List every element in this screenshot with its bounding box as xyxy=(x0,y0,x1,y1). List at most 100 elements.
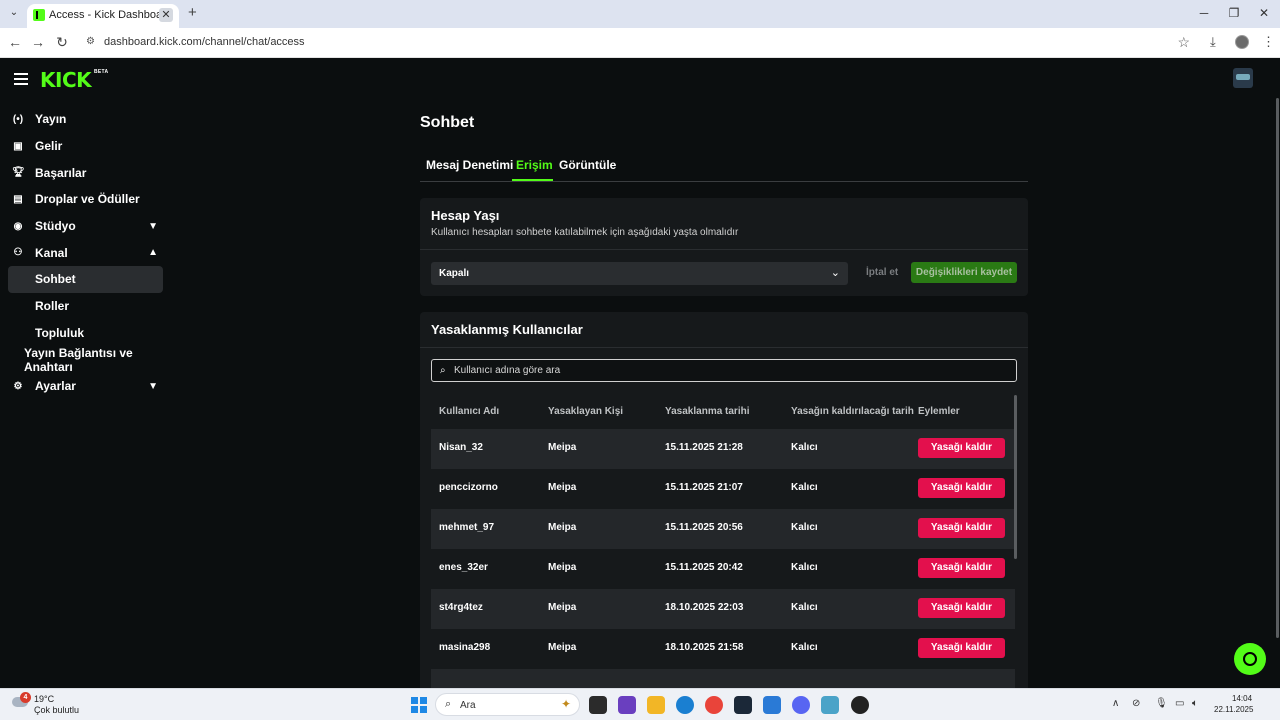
chevron-up-icon[interactable]: ▲ xyxy=(148,247,158,258)
close-window-icon[interactable]: ✕ xyxy=(1254,6,1274,20)
unban-button[interactable]: Yasağı kaldır xyxy=(918,478,1005,498)
url-text[interactable]: dashboard.kick.com/channel/chat/access xyxy=(104,36,305,48)
active-tab-indicator xyxy=(512,179,553,181)
notification-badge: 4 xyxy=(20,692,31,703)
browser-tab-bar: ⌄ Access - Kick Dashboard ✕ + ─ ❐ ✕ xyxy=(0,0,1280,28)
minimize-icon[interactable]: ─ xyxy=(1194,6,1214,20)
account-age-select[interactable]: Kapalı ⌄ xyxy=(431,262,848,285)
restore-icon[interactable]: ❐ xyxy=(1224,6,1244,20)
expires-cell: Kalıcı xyxy=(791,442,818,453)
browser-tab[interactable]: Access - Kick Dashboard ✕ xyxy=(27,4,179,28)
close-tab-icon[interactable]: ✕ xyxy=(159,8,173,22)
user-search-box[interactable]: ⌕ xyxy=(431,359,1017,382)
sidebar-item-roller[interactable]: Roller xyxy=(0,293,170,320)
widgets-app-icon[interactable] xyxy=(618,696,636,714)
sidebar-item-droplar[interactable]: ▤ Droplar ve Ödüller xyxy=(0,186,170,213)
banned-by-cell: Meipa xyxy=(548,602,577,613)
weather-temperature[interactable]: 19°C xyxy=(34,694,54,704)
kick-dashboard: KICK BETA (•) Yayın ▣ Gelir 🏆︎ Başarılar… xyxy=(0,58,1280,688)
sidebar-item-label: Kanal xyxy=(35,245,68,260)
unban-button[interactable]: Yasağı kaldır xyxy=(918,518,1005,538)
username-cell: Nisan_32 xyxy=(439,442,483,453)
column-header-banned-by[interactable]: Yasaklayan Kişi xyxy=(548,406,623,417)
account-age-selected: Kapalı xyxy=(439,268,470,279)
sidebar-item-kanal[interactable]: ⚇ Kanal ▲ xyxy=(0,239,170,266)
clock-time[interactable]: 14:04 xyxy=(1232,694,1252,703)
table-scrollbar[interactable] xyxy=(1014,395,1017,559)
cancel-button[interactable]: İptal et xyxy=(866,267,898,278)
page-title: Sohbet xyxy=(420,114,475,131)
address-bar[interactable]: ⚙ dashboard.kick.com/channel/chat/access… xyxy=(78,31,1198,54)
sidebar-item-topluluk[interactable]: Topluluk xyxy=(0,320,170,347)
profile-avatar[interactable] xyxy=(1235,35,1249,49)
chevron-down-icon[interactable]: ▼ xyxy=(148,381,158,392)
tab-mesaj-denetimi[interactable]: Mesaj Denetimi xyxy=(426,158,513,172)
unban-button[interactable]: Yasağı kaldır xyxy=(918,438,1005,458)
tab-erisim[interactable]: Erişim xyxy=(516,158,553,172)
column-header-banned-at[interactable]: Yasaklanma tarihi xyxy=(665,406,750,417)
tab-goruntule[interactable]: Görüntüle xyxy=(559,158,616,172)
forward-icon[interactable]: → xyxy=(29,34,47,50)
column-header-actions: Eylemler xyxy=(918,406,960,417)
store-app-icon[interactable] xyxy=(763,696,781,714)
sidebar-item-label: Droplar ve Ödüller xyxy=(35,192,140,207)
discord-icon[interactable] xyxy=(792,696,810,714)
banned-at-cell: 18.10.2025 22:03 xyxy=(665,602,744,613)
network-icon[interactable]: ▭ xyxy=(1175,698,1184,709)
search-input[interactable] xyxy=(454,363,1004,378)
column-header-expires[interactable]: Yasağın kaldırılacağı tarih xyxy=(791,406,914,417)
tray-chevron-icon[interactable]: ∧ xyxy=(1112,698,1119,709)
microphone-icon[interactable]: 🎙︎ xyxy=(1155,698,1168,709)
taskbar-search[interactable]: ⌕ Ara ✦ xyxy=(435,693,580,716)
banned-at-cell: 15.11.2025 20:56 xyxy=(665,522,743,533)
clock-date[interactable]: 22.11.2025 xyxy=(1214,705,1253,714)
file-explorer-icon[interactable] xyxy=(647,696,665,714)
sidebar-item-yayin[interactable]: (•) Yayın xyxy=(0,106,170,133)
sidebar-item-gelir[interactable]: ▣ Gelir xyxy=(0,133,170,160)
column-header-username[interactable]: Kullanıcı Adı xyxy=(439,406,499,417)
steam-icon[interactable] xyxy=(734,696,752,714)
sidebar-item-basarilar[interactable]: 🏆︎ Başarılar xyxy=(0,159,170,186)
weather-description[interactable]: Çok bulutlu xyxy=(34,705,79,715)
volume-icon[interactable]: 🔈︎ xyxy=(1192,698,1198,709)
save-changes-button[interactable]: Değişiklikleri kaydet xyxy=(911,262,1017,283)
kick-favicon-icon xyxy=(33,9,45,21)
obs-app-icon[interactable] xyxy=(851,696,869,714)
chevron-down-icon[interactable]: ▼ xyxy=(148,221,158,232)
user-avatar[interactable] xyxy=(1233,68,1253,88)
hamburger-menu-icon[interactable] xyxy=(14,73,28,85)
edge-browser-icon[interactable] xyxy=(676,696,694,714)
chrome-browser-icon[interactable] xyxy=(705,696,723,714)
unban-button[interactable]: Yasağı kaldır xyxy=(918,638,1005,658)
support-chat-icon[interactable] xyxy=(1234,643,1266,675)
username-cell: penccizorno xyxy=(439,482,498,493)
site-info-icon[interactable]: ⚙ xyxy=(86,36,98,48)
tab-title: Access - Kick Dashboard xyxy=(49,9,172,21)
table-row-partial xyxy=(431,669,1015,688)
tray-app-icon[interactable]: ⊘ xyxy=(1132,698,1140,709)
bookmark-star-icon[interactable]: ☆ xyxy=(1177,34,1190,51)
unban-button[interactable]: Yasağı kaldır xyxy=(918,558,1005,578)
back-icon[interactable]: ← xyxy=(6,34,24,50)
sidebar-item-label: Sohbet xyxy=(35,272,76,287)
kick-logo[interactable]: KICK xyxy=(40,68,92,92)
expires-cell: Kalıcı xyxy=(791,522,818,533)
menu-dots-icon[interactable]: ⋮ xyxy=(1262,34,1275,50)
new-tab-icon[interactable]: + xyxy=(188,5,197,20)
tab-search-icon[interactable]: ⌄ xyxy=(6,5,22,21)
reload-icon[interactable]: ↻ xyxy=(53,34,71,50)
network-app-icon[interactable] xyxy=(821,696,839,714)
task-view-icon[interactable] xyxy=(589,696,607,714)
page-scrollbar[interactable] xyxy=(1276,98,1279,638)
windows-start-icon[interactable] xyxy=(411,697,427,713)
sidebar-item-ayarlar[interactable]: ⚙ Ayarlar ▼ xyxy=(0,373,170,400)
divider xyxy=(420,249,1028,250)
unban-button[interactable]: Yasağı kaldır xyxy=(918,598,1005,618)
sidebar-item-stream-key[interactable]: Yayın Bağlantısı ve Anahtarı xyxy=(0,346,170,374)
banned-by-cell: Meipa xyxy=(548,442,577,453)
sidebar-item-sohbet[interactable]: Sohbet xyxy=(8,266,163,293)
banned-users-title: Yasaklanmış Kullanıcılar xyxy=(431,322,583,337)
expires-cell: Kalıcı xyxy=(791,642,818,653)
download-icon[interactable]: ⤓ xyxy=(1210,34,1216,50)
sidebar-item-studyo[interactable]: ◉ Stüdyo ▼ xyxy=(0,213,170,240)
